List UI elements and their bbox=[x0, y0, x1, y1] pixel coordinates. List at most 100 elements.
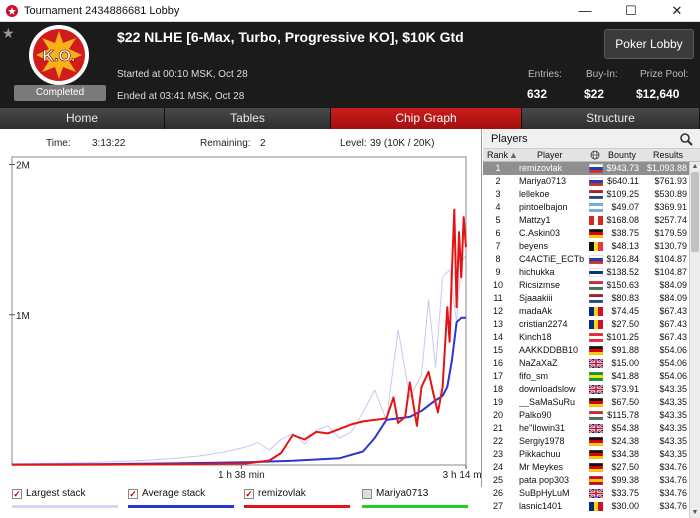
player-bounty: $24.38 bbox=[611, 436, 639, 446]
player-row[interactable]: 23 Pikkachuu $34.38 $43.35 bbox=[483, 448, 689, 461]
country-flag-icon bbox=[588, 462, 604, 473]
player-row[interactable]: 20 Palko90 $115.78 $43.35 bbox=[483, 409, 689, 422]
player-result: $257.74 bbox=[654, 215, 687, 225]
scroll-up-arrow-icon[interactable]: ▲ bbox=[690, 162, 700, 172]
tab-tables[interactable]: Tables bbox=[165, 108, 331, 129]
player-result: $43.35 bbox=[659, 449, 687, 459]
column-rank[interactable]: Rank bbox=[487, 150, 508, 160]
maximize-button[interactable]: ☐ bbox=[608, 0, 654, 22]
player-bounty: $150.63 bbox=[606, 280, 639, 290]
player-row[interactable]: 21 he''llowin31 $54.38 $43.35 bbox=[483, 422, 689, 435]
minimize-button[interactable]: — bbox=[562, 0, 608, 22]
country-flag-icon bbox=[588, 293, 604, 304]
player-rank: 19 bbox=[492, 397, 503, 407]
tab-structure[interactable]: Structure bbox=[522, 108, 700, 129]
player-row[interactable]: 4 pintoelbajon $49.07 $369.91 bbox=[483, 201, 689, 214]
player-result: $43.35 bbox=[659, 397, 687, 407]
player-bounty: $15.00 bbox=[611, 358, 639, 368]
player-rank: 7 bbox=[495, 241, 501, 251]
time-label: Time: bbox=[46, 138, 71, 149]
player-row[interactable]: 22 Sergiy1978 $24.38 $43.35 bbox=[483, 435, 689, 448]
player-rank: 18 bbox=[492, 384, 503, 394]
tab-chip-graph[interactable]: Chip Graph bbox=[331, 108, 522, 129]
x-tick-label: 1 h 38 min bbox=[218, 470, 265, 481]
country-flag-icon bbox=[589, 320, 603, 329]
player-row[interactable]: 1 remizovlak $943.73 $1,093.88 bbox=[483, 162, 689, 175]
buy-in-label: Buy-In: bbox=[586, 69, 618, 80]
favorite-star-icon[interactable]: ★ bbox=[2, 25, 15, 42]
player-result: $43.35 bbox=[659, 423, 687, 433]
country-flag-icon bbox=[588, 488, 604, 499]
legend-swatch bbox=[244, 505, 350, 508]
player-result: $43.35 bbox=[659, 384, 687, 394]
player-rank: 8 bbox=[495, 254, 501, 264]
player-row[interactable]: 26 SuBpHyLuM $33.75 $34.76 bbox=[483, 487, 689, 500]
tournament-header: ★ K.O. Completed $22 NLHE [6-Max, Turbo,… bbox=[0, 22, 700, 108]
player-row[interactable]: 2 Mariya0713 $640.11 $761.93 bbox=[483, 175, 689, 188]
player-name: Sergiy1978 bbox=[519, 436, 565, 446]
player-row[interactable]: 12 madaAk $74.45 $67.43 bbox=[483, 305, 689, 318]
player-row[interactable]: 16 NaZaXaZ $15.00 $54.06 bbox=[483, 357, 689, 370]
player-row[interactable]: 14 Kinch18 $101.25 $67.43 bbox=[483, 331, 689, 344]
player-row[interactable]: 9 hichukka $138.52 $104.87 bbox=[483, 266, 689, 279]
player-row[interactable]: 5 Mattzy1 $168.08 $257.74 bbox=[483, 214, 689, 227]
search-icon[interactable] bbox=[679, 132, 693, 146]
legend-checkbox[interactable]: ✓ bbox=[128, 489, 138, 499]
player-result: $104.87 bbox=[654, 254, 687, 264]
player-name: Mariya0713 bbox=[519, 176, 567, 186]
column-results[interactable]: Results bbox=[653, 150, 683, 160]
player-name: beyens bbox=[519, 241, 549, 251]
player-row[interactable]: 17 fifo_sm $41.88 $54.06 bbox=[483, 370, 689, 383]
player-bounty: $91.88 bbox=[611, 345, 639, 355]
country-flag-icon bbox=[588, 163, 604, 174]
legend-checkbox[interactable]: ✓ bbox=[244, 489, 254, 499]
player-row[interactable]: 7 beyens $48.13 $130.79 bbox=[483, 240, 689, 253]
scroll-thumb[interactable] bbox=[691, 172, 699, 252]
players-list: 1 remizovlak $943.73 $1,093.88 2 Mariya0713 $6… bbox=[483, 162, 689, 518]
player-row[interactable]: 13 cristian2274 $27.50 $67.43 bbox=[483, 318, 689, 331]
player-result: $67.43 bbox=[659, 332, 687, 342]
chip-graph-panel: Time: 3:13:22 Remaining: 2 Level: 39 (10… bbox=[0, 129, 482, 518]
player-name: AAKKDDBB10 bbox=[519, 345, 579, 355]
player-rank: 26 bbox=[492, 488, 503, 498]
status-badge: Completed bbox=[14, 85, 106, 101]
poker-lobby-button[interactable]: Poker Lobby bbox=[604, 29, 694, 59]
player-row[interactable]: 11 Sjaaakiii $80.83 $84.09 bbox=[483, 292, 689, 305]
scroll-down-arrow-icon[interactable]: ▼ bbox=[690, 508, 700, 518]
player-result: $179.59 bbox=[654, 228, 687, 238]
player-bounty: $27.50 bbox=[611, 319, 639, 329]
globe-icon[interactable] bbox=[590, 150, 600, 162]
player-row[interactable]: 3 lellekoe $109.25 $530.89 bbox=[483, 188, 689, 201]
close-button[interactable]: ✕ bbox=[654, 0, 700, 22]
legend-label: Largest stack bbox=[26, 488, 86, 499]
player-rank: 23 bbox=[492, 449, 503, 459]
legend-checkbox[interactable]: ✓ bbox=[12, 489, 22, 499]
players-header: Players bbox=[483, 129, 700, 149]
player-row[interactable]: 25 pata pop303 $99.38 $34.76 bbox=[483, 474, 689, 487]
player-rank: 20 bbox=[492, 410, 503, 420]
country-flag-icon bbox=[588, 423, 604, 434]
column-player[interactable]: Player bbox=[537, 150, 563, 160]
player-result: $34.76 bbox=[659, 488, 687, 498]
player-name: SuBpHyLuM bbox=[519, 488, 570, 498]
player-row[interactable]: 24 Mr Meykes $27.50 $34.76 bbox=[483, 461, 689, 474]
player-row[interactable]: 6 C.Askin03 $38.75 $179.59 bbox=[483, 227, 689, 240]
player-row[interactable]: 27 lasnic1401 $30.00 $34.76 bbox=[483, 500, 689, 513]
players-scrollbar[interactable]: ▲ ▼ bbox=[689, 162, 700, 518]
player-row[interactable]: 8 C4ACTiE_ECTb $126.84 $104.87 bbox=[483, 253, 689, 266]
player-rank: 4 bbox=[495, 202, 501, 212]
player-bounty: $109.25 bbox=[606, 189, 639, 199]
country-flag-icon bbox=[588, 176, 604, 187]
country-flag-icon bbox=[588, 449, 604, 460]
player-name: C.Askin03 bbox=[519, 228, 561, 238]
player-row[interactable]: 18 downloadslow $73.91 $43.35 bbox=[483, 383, 689, 396]
legend-checkbox[interactable] bbox=[362, 489, 372, 499]
column-bounty[interactable]: Bounty bbox=[608, 150, 636, 160]
tab-home[interactable]: Home bbox=[0, 108, 165, 129]
entries-label: Entries: bbox=[528, 69, 562, 80]
player-row[interactable]: 15 AAKKDDBB10 $91.88 $54.06 bbox=[483, 344, 689, 357]
player-row[interactable]: 10 Ricsizmse $150.63 $84.09 bbox=[483, 279, 689, 292]
player-rank: 16 bbox=[492, 358, 503, 368]
player-name: NaZaXaZ bbox=[519, 358, 558, 368]
player-row[interactable]: 19 __SaMaSuRu $67.50 $43.35 bbox=[483, 396, 689, 409]
